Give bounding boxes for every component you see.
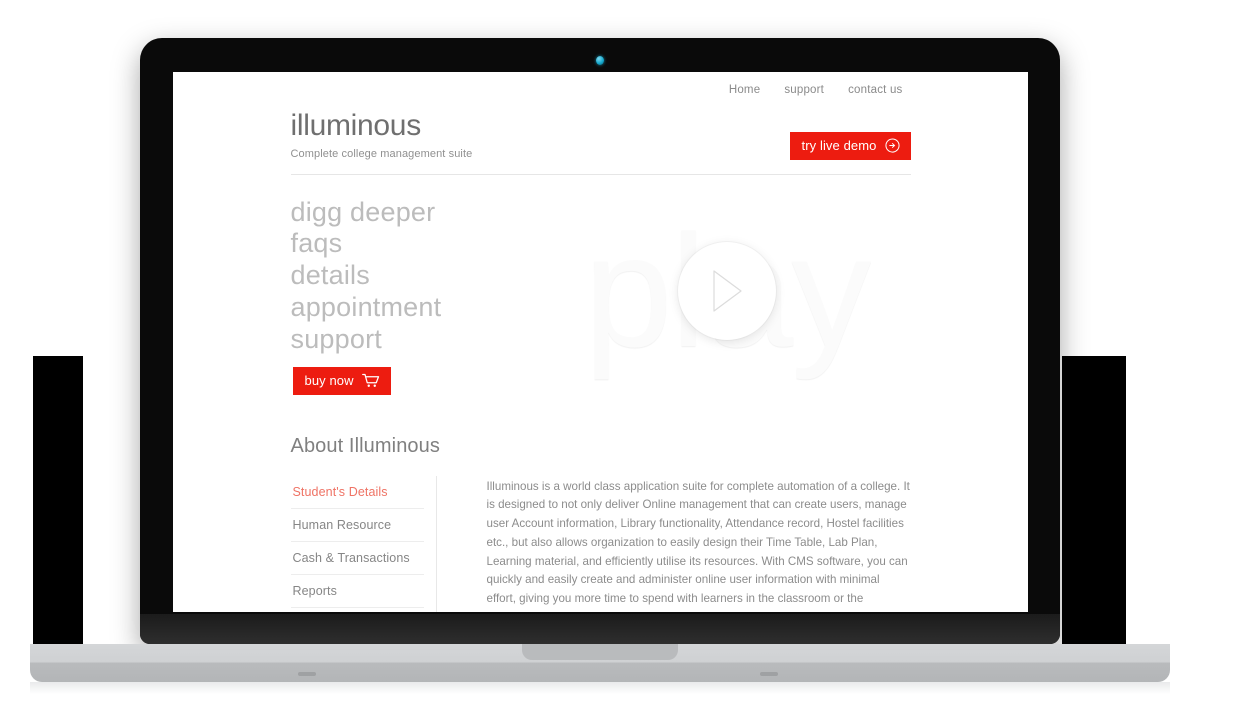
buy-now-button[interactable]: buy now	[292, 366, 391, 395]
try-live-demo-button[interactable]: try live demo	[789, 131, 911, 160]
page-title: About Illuminous	[290, 434, 440, 457]
laptop-foot-right	[760, 672, 778, 676]
about-sidebar: Student's Details Human Resource Cash & …	[290, 475, 437, 613]
hero-menu-item-appointment[interactable]: appointment	[291, 292, 442, 324]
top-navigation: Home support contact us	[291, 72, 911, 96]
hero-menu-item-digg-deeper[interactable]: digg deeper	[291, 197, 442, 229]
sidebar-item-human-resource[interactable]: Human Resource	[290, 509, 424, 542]
laptop-mockup: Home support contact us illuminous Compl…	[30, 38, 1170, 694]
decorative-block-left	[33, 356, 83, 650]
brand-block: illuminous Complete college management s…	[291, 110, 473, 160]
brand-tagline: Complete college management suite	[290, 147, 473, 160]
hero-section: digg deeper faqs details appointment sup…	[291, 191, 911, 421]
sidebar-item-cash-transactions[interactable]: Cash & Transactions	[290, 542, 424, 575]
laptop-shadow	[30, 682, 1170, 694]
webcam-icon	[596, 56, 604, 65]
page-container: Home support contact us illuminous Compl…	[290, 72, 911, 613]
try-live-demo-label: try live demo	[801, 137, 877, 153]
nav-item-home[interactable]: Home	[729, 84, 760, 96]
nav-item-support[interactable]: support	[784, 84, 824, 96]
sidebar-item-reports[interactable]: Reports	[290, 575, 424, 608]
buy-now-label: buy now	[304, 372, 354, 388]
play-triangle-icon	[711, 269, 743, 318]
play-button-icon[interactable]	[677, 241, 776, 340]
header-divider	[290, 173, 911, 175]
hero-video-player[interactable]: play	[537, 183, 917, 399]
brand-row: illuminous Complete college management s…	[291, 110, 911, 160]
brand-name: illuminous	[290, 109, 422, 142]
about-intro-paragraph: Illuminous is a world class application …	[486, 479, 910, 613]
arrow-right-circle-icon	[884, 137, 900, 153]
sidebar-item-students-details[interactable]: Student's Details	[290, 476, 424, 509]
laptop-notch	[522, 644, 678, 660]
shopping-cart-icon	[361, 373, 380, 388]
laptop-foot-left	[298, 672, 316, 676]
hero-menu-item-details[interactable]: details	[291, 260, 442, 292]
about-content: Illuminous is a world class application …	[437, 476, 911, 613]
hero-menu-item-support[interactable]: support	[291, 324, 442, 356]
website-page: Home support contact us illuminous Compl…	[173, 72, 1028, 612]
hero-menu: digg deeper faqs details appointment sup…	[291, 197, 442, 356]
hero-menu-item-faqs[interactable]: faqs	[291, 228, 442, 260]
laptop-screen: Home support contact us illuminous Compl…	[173, 72, 1028, 612]
sidebar-item-and-more[interactable]: And More	[291, 608, 424, 613]
nav-item-contact-us[interactable]: contact us	[848, 84, 902, 96]
about-section: Student's Details Human Resource Cash & …	[290, 475, 911, 613]
decorative-block-right	[1062, 356, 1126, 650]
